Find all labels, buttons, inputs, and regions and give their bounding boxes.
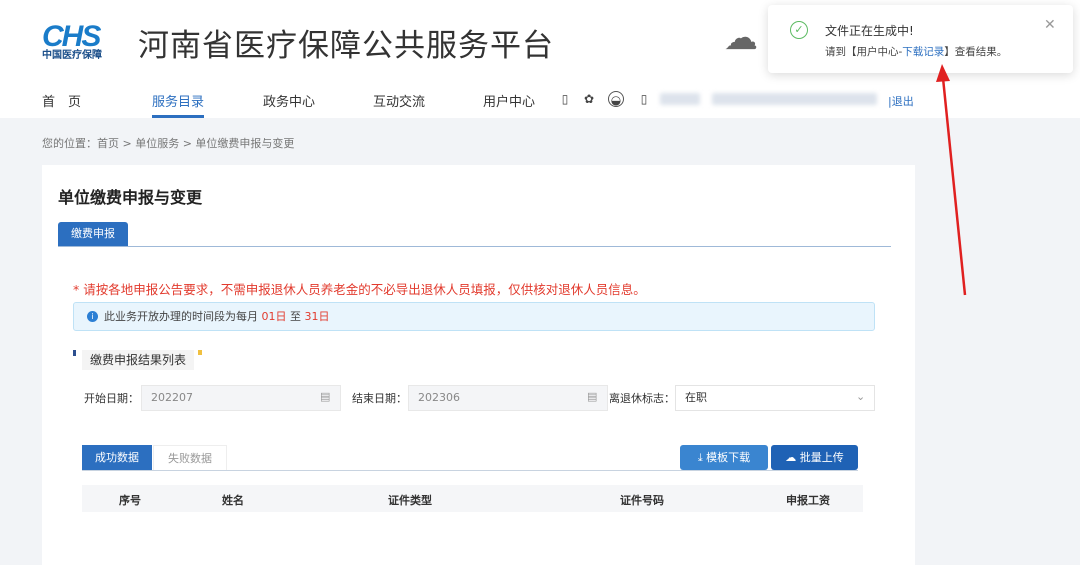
annotation-arrow (936, 64, 967, 296)
